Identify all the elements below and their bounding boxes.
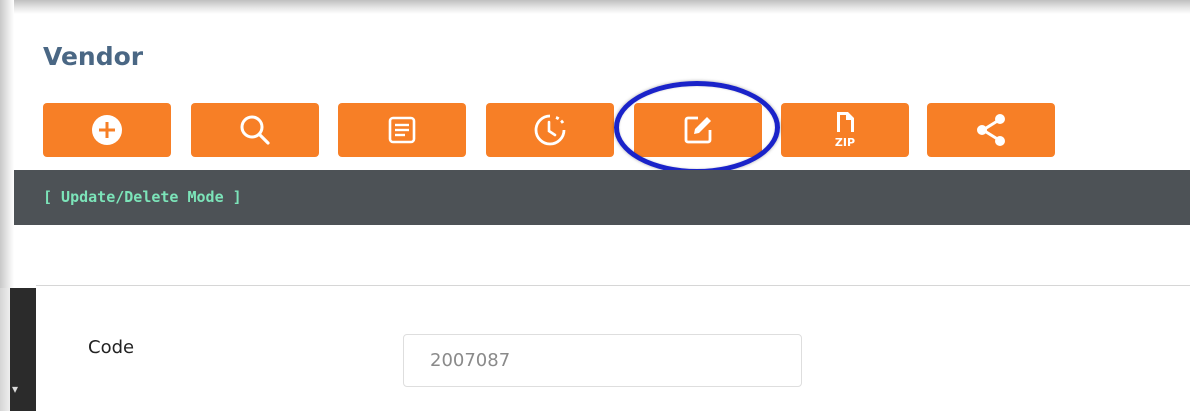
mode-label: [ Update/Delete Mode ]: [43, 188, 242, 206]
zip-download-button[interactable]: ZIP: [781, 103, 909, 157]
search-icon: [240, 115, 270, 145]
window-top-shadow: [0, 0, 1190, 14]
zip-label: ZIP: [835, 136, 855, 149]
mode-bar: [ Update/Delete Mode ]: [14, 170, 1190, 225]
share-button[interactable]: [927, 103, 1055, 157]
history-icon: [534, 114, 566, 146]
edit-icon: [684, 116, 712, 144]
add-icon: [92, 115, 122, 145]
share-icon: [977, 114, 1005, 146]
code-label: Code: [88, 337, 135, 358]
content-spacer: [14, 225, 1190, 285]
edit-button[interactable]: [634, 103, 762, 157]
list-button[interactable]: [338, 103, 466, 157]
page-title: Vendor: [43, 42, 144, 71]
side-nav-edge: [0, 288, 10, 411]
add-button[interactable]: [43, 103, 171, 157]
history-button[interactable]: [486, 103, 614, 157]
side-caret-icon[interactable]: ▾: [12, 382, 18, 396]
zip-file-icon: ZIP: [835, 112, 855, 149]
list-icon: [388, 116, 416, 144]
code-field[interactable]: [403, 334, 802, 387]
search-button[interactable]: [191, 103, 319, 157]
